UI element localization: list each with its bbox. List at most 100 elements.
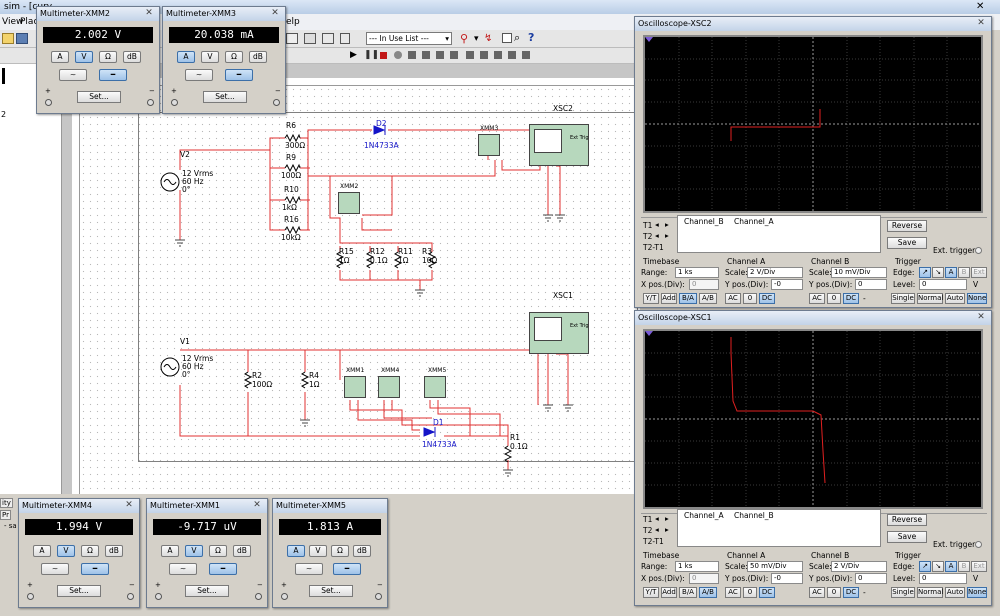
xmm5-instrument[interactable]: [424, 376, 446, 398]
timebase-range-field[interactable]: 1 ks: [675, 561, 719, 572]
tab-activity[interactable]: ity: [0, 498, 13, 508]
channel-a-scale-field[interactable]: 2 V/Div: [747, 267, 803, 278]
mode-ab-button[interactable]: A/B: [699, 293, 717, 304]
channel-a-ypos-field[interactable]: -0: [771, 279, 803, 290]
decibel-button[interactable]: dB: [353, 545, 371, 557]
voltmeter-button[interactable]: V: [201, 51, 219, 63]
ext-trigger-terminal-icon[interactable]: [975, 247, 982, 254]
channel-a-zero-button[interactable]: 0: [743, 293, 757, 304]
resistor-r4-symbol[interactable]: [300, 371, 310, 389]
trigger-source-ext-button[interactable]: Ext: [971, 267, 987, 278]
dc-mode-button[interactable]: ━: [209, 563, 237, 575]
edge-rising-icon[interactable]: ↗: [919, 267, 931, 278]
trigger-auto-button[interactable]: Auto: [945, 293, 965, 304]
trigger-source-ext-button[interactable]: Ext: [971, 561, 987, 572]
save-button[interactable]: Save: [887, 531, 927, 543]
close-icon[interactable]: ✕: [974, 18, 988, 29]
channel-b-ac-button[interactable]: AC: [809, 587, 825, 598]
edge-rising-icon[interactable]: ↗: [919, 561, 931, 572]
set-button[interactable]: Set...: [309, 585, 353, 597]
trigger-source-b-button[interactable]: B: [958, 561, 970, 572]
trigger-single-button[interactable]: Single: [891, 293, 915, 304]
ac-mode-button[interactable]: ∼: [295, 563, 323, 575]
t1-left-arrow-icon[interactable]: ◂: [655, 514, 659, 523]
xsc2-instrument[interactable]: Ext Trig: [529, 124, 589, 166]
xmm3-instrument[interactable]: [478, 134, 500, 156]
decibel-button[interactable]: dB: [105, 545, 123, 557]
trigger-none-button[interactable]: None: [967, 293, 987, 304]
mode-add-button[interactable]: Add: [661, 293, 677, 304]
cursor-t1-marker[interactable]: [645, 37, 653, 42]
channel-b-scale-field[interactable]: 2 V/Div: [831, 561, 887, 572]
t2-left-arrow-icon[interactable]: ◂: [655, 231, 659, 240]
trigger-source-a-button[interactable]: A: [945, 561, 957, 572]
channel-a-dc-button[interactable]: DC: [759, 293, 775, 304]
voltmeter-button[interactable]: V: [57, 545, 75, 557]
dc-mode-button[interactable]: ━: [99, 69, 127, 81]
ohmmeter-button[interactable]: Ω: [331, 545, 349, 557]
t1-right-arrow-icon[interactable]: ▸: [665, 220, 669, 229]
channel-b-invert-label[interactable]: -: [863, 588, 866, 597]
resistor-r2-symbol[interactable]: [243, 371, 253, 389]
ohmmeter-button[interactable]: Ω: [99, 51, 117, 63]
ammeter-button[interactable]: A: [51, 51, 69, 63]
dc-mode-button[interactable]: ━: [81, 563, 109, 575]
ext-trigger-terminal-icon[interactable]: [975, 541, 982, 548]
save-button[interactable]: Save: [887, 237, 927, 249]
app-close-icon[interactable]: ✕: [976, 0, 984, 14]
xmm2-instrument[interactable]: [338, 192, 360, 214]
ac-mode-button[interactable]: ∼: [169, 563, 197, 575]
diode-d1-symbol[interactable]: [423, 427, 436, 437]
ammeter-button[interactable]: A: [287, 545, 305, 557]
channel-a-ypos-field[interactable]: -0: [771, 573, 803, 584]
trigger-none-button[interactable]: None: [967, 587, 987, 598]
set-button[interactable]: Set...: [185, 585, 229, 597]
t2-right-arrow-icon[interactable]: ▸: [665, 231, 669, 240]
scope-screen[interactable]: [643, 35, 983, 213]
close-icon[interactable]: ✕: [974, 312, 988, 323]
channel-b-dc-button[interactable]: DC: [843, 293, 859, 304]
ammeter-button[interactable]: A: [33, 545, 51, 557]
set-button[interactable]: Set...: [57, 585, 101, 597]
timebase-xpos-field[interactable]: 0: [689, 573, 719, 584]
trigger-source-b-button[interactable]: B: [958, 267, 970, 278]
trigger-level-field[interactable]: 0: [919, 573, 967, 584]
mode-yt-button[interactable]: Y/T: [643, 587, 659, 598]
channel-b-ypos-field[interactable]: 0: [855, 573, 887, 584]
mode-ab-button[interactable]: A/B: [699, 587, 717, 598]
edge-falling-icon[interactable]: ↘: [932, 561, 944, 572]
xsc1-instrument[interactable]: Ext Trig: [529, 312, 589, 354]
close-icon[interactable]: ✕: [122, 500, 136, 511]
ohmmeter-button[interactable]: Ω: [81, 545, 99, 557]
channel-a-scale-field[interactable]: 50 mV/Div: [747, 561, 803, 572]
tab-properties[interactable]: Pr: [0, 510, 11, 520]
voltmeter-button[interactable]: V: [75, 51, 93, 63]
trigger-level-field[interactable]: 0: [919, 279, 967, 290]
close-icon[interactable]: ✕: [268, 8, 282, 19]
ac-mode-button[interactable]: ∼: [185, 69, 213, 81]
trigger-normal-button[interactable]: Normal: [917, 587, 943, 598]
t1-right-arrow-icon[interactable]: ▸: [665, 514, 669, 523]
channel-b-dc-button[interactable]: DC: [843, 587, 859, 598]
channel-a-ac-button[interactable]: AC: [725, 587, 741, 598]
xmm1-instrument[interactable]: [344, 376, 366, 398]
dc-mode-button[interactable]: ━: [225, 69, 253, 81]
voltmeter-button[interactable]: V: [309, 545, 327, 557]
set-button[interactable]: Set...: [203, 91, 247, 103]
channel-b-ypos-field[interactable]: 0: [855, 279, 887, 290]
channel-b-scale-field[interactable]: 10 mV/Div: [831, 267, 887, 278]
decibel-button[interactable]: dB: [123, 51, 141, 63]
timebase-range-field[interactable]: 1 ks: [675, 267, 719, 278]
timebase-xpos-field[interactable]: 0: [689, 279, 719, 290]
channel-a-dc-button[interactable]: DC: [759, 587, 775, 598]
edge-falling-icon[interactable]: ↘: [932, 267, 944, 278]
mode-ba-button[interactable]: B/A: [679, 587, 697, 598]
channel-b-invert-label[interactable]: -: [863, 294, 866, 303]
channel-a-ac-button[interactable]: AC: [725, 293, 741, 304]
mode-yt-button[interactable]: Y/T: [643, 293, 659, 304]
trigger-single-button[interactable]: Single: [891, 587, 915, 598]
t1-left-arrow-icon[interactable]: ◂: [655, 220, 659, 229]
reverse-button[interactable]: Reverse: [887, 514, 927, 526]
t2-left-arrow-icon[interactable]: ◂: [655, 525, 659, 534]
trigger-source-a-button[interactable]: A: [945, 267, 957, 278]
